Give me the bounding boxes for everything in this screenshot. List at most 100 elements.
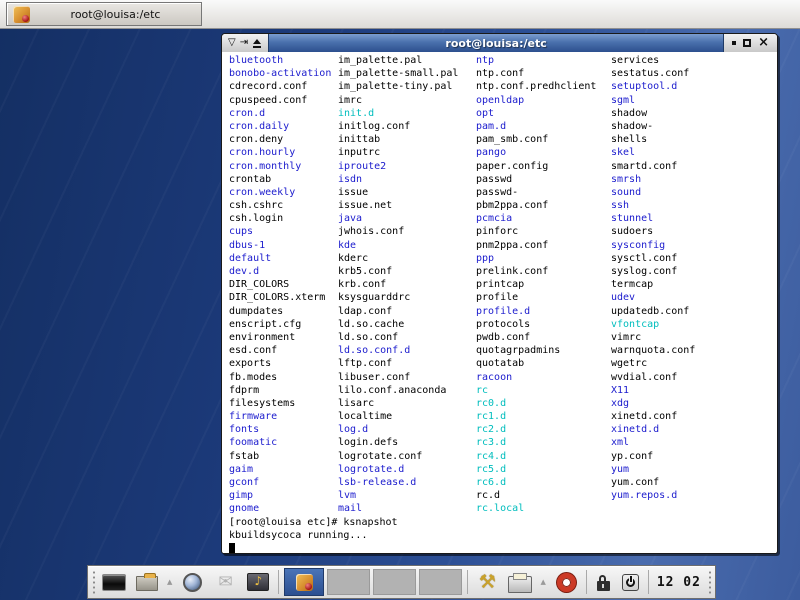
cursor-line [229,542,398,553]
logout-button[interactable] [619,568,643,596]
file-entry: ld.so.conf.d [338,344,458,357]
file-entry: cdrecord.conf [229,80,331,93]
file-entry: profile [476,291,596,304]
terminal-window: ▽ ⇥ root@louisa:/etc × bluetoothbonobo-a… [221,33,778,554]
file-entry: pbm2ppa.conf [476,199,596,212]
mail-button[interactable]: ✉ [211,568,241,596]
panel-expand-arrow-icon[interactable]: ▲ [165,578,175,586]
file-entry: udev [611,291,695,304]
file-entry: ntp.conf.predhclient [476,80,596,93]
file-entry: lilo.conf.anaconda [338,384,458,397]
web-browser-button[interactable] [178,568,208,596]
file-entry: lsb-release.d [338,476,458,489]
file-entry: vfontcap [611,318,695,331]
maximize-icon[interactable] [743,39,751,47]
file-entry: yp.conf [611,450,695,463]
panel-clock[interactable]: 12 02 [654,575,704,590]
listing-column-1: bluetoothbonobo-activationcdrecord.confc… [229,54,331,516]
file-entry: sudoers [611,225,695,238]
file-entry: paper.config [476,160,596,173]
tools-icon: ⚒ [479,572,496,592]
file-entry: ppp [476,252,596,265]
file-entry: ld.so.conf [338,331,458,344]
window-titlebar[interactable]: ▽ ⇥ root@louisa:/etc × [222,34,777,52]
taskbar-button-konsole[interactable]: root@louisa:/etc [6,2,202,26]
file-entry: rc1.d [476,410,596,423]
close-icon[interactable]: × [758,36,769,50]
file-entry: pinforc [476,225,596,238]
top-taskbar: root@louisa:/etc [0,0,800,29]
help-button[interactable] [551,568,581,596]
titlebar-left-buttons: ▽ ⇥ [222,34,268,52]
file-entry: logrotate.d [338,463,458,476]
file-entry: X11 [611,384,695,397]
eject-icon[interactable] [252,38,262,48]
file-entry: bonobo-activation [229,67,331,80]
file-entry: gconf [229,476,331,489]
file-entry: passwd- [476,186,596,199]
status-line: kbuildsycoca running... [229,529,398,542]
file-entry: sysctl.conf [611,252,695,265]
file-entry: isdn [338,173,458,186]
file-entry: ldap.conf [338,305,458,318]
file-entry: rc3.d [476,436,596,449]
file-entry: quotagrpadmins [476,344,596,357]
control-center-button[interactable]: ⚒ [473,568,503,596]
file-entry: yum [611,463,695,476]
file-entry: lvm [338,489,458,502]
panel-grip-right[interactable] [707,569,712,595]
file-entry: cron.deny [229,133,331,146]
file-entry: exports [229,357,331,370]
file-entry: java [338,212,458,225]
panel-expand-arrow-icon[interactable]: ▲ [538,578,548,586]
file-entry: crontab [229,173,331,186]
file-entry: rc4.d [476,450,596,463]
file-entry: cron.hourly [229,146,331,159]
file-entry: updatedb.conf [611,305,695,318]
file-entry: skel [611,146,695,159]
file-entry: ssh [611,199,695,212]
terminal-screen[interactable]: bluetoothbonobo-activationcdrecord.confc… [223,52,776,553]
panel-separator [278,570,279,594]
home-folder-button[interactable] [132,568,162,596]
file-entry: gnome [229,502,331,515]
file-entry: im_palette.pal [338,54,458,67]
file-entry: cron.weekly [229,186,331,199]
file-entry: lftp.conf [338,357,458,370]
file-entry: kderc [338,252,458,265]
file-entry: yum.conf [611,476,695,489]
tab-arrow-icon[interactable]: ⇥ [240,35,248,51]
file-entry: inputrc [338,146,458,159]
active-task-button-konsole[interactable] [284,568,324,596]
web-browser-icon [183,573,202,592]
file-entry: filesystems [229,397,331,410]
file-entry: fonts [229,423,331,436]
file-entry: localtime [338,410,458,423]
life-ring-icon [557,573,576,592]
file-entry: fb.modes [229,371,331,384]
file-entry: termcap [611,278,695,291]
file-entry: xml [611,436,695,449]
file-entry: rc5.d [476,463,596,476]
multimedia-button[interactable]: ♪ [243,568,273,596]
file-entry: wvdial.conf [611,371,695,384]
file-entry: smartd.conf [611,160,695,173]
file-entry: opt [476,107,596,120]
file-entry: xinetd.conf [611,410,695,423]
file-entry: default [229,252,331,265]
file-entry: printcap [476,278,596,291]
file-entry: cpuspeed.conf [229,94,331,107]
file-entry: initlog.conf [338,120,458,133]
file-entry: cron.monthly [229,160,331,173]
file-entry: fstab [229,450,331,463]
file-entry: wgetrc [611,357,695,370]
printer-button[interactable] [505,568,535,596]
file-entry: cron.daily [229,120,331,133]
file-entry: xdg [611,397,695,410]
file-entry: enscript.cfg [229,318,331,331]
show-desktop-button[interactable] [99,568,129,596]
lock-screen-button[interactable] [592,568,616,596]
menu-triangle-icon[interactable]: ▽ [228,35,236,51]
panel-grip-left[interactable] [91,569,96,595]
minimize-icon[interactable] [732,41,736,45]
